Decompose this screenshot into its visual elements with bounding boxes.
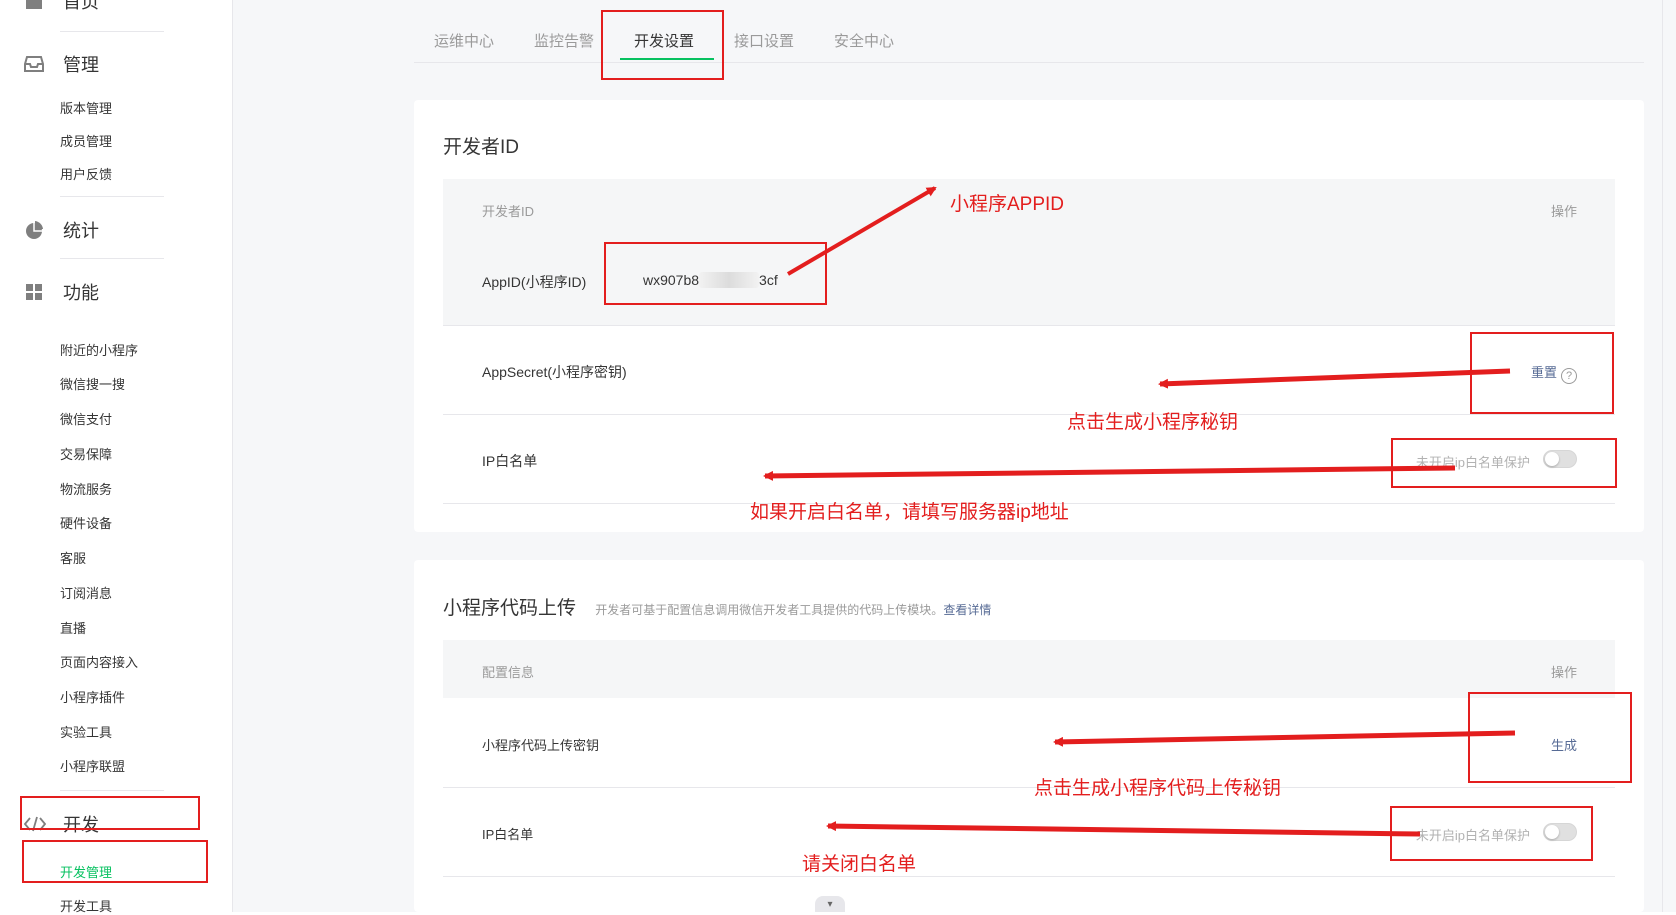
divider bbox=[60, 790, 164, 791]
divider bbox=[60, 31, 164, 32]
annotation-upload-key: 点击生成小程序代码上传秘钥 bbox=[1034, 778, 1282, 799]
divider bbox=[60, 258, 164, 259]
annotation-secret: 点击生成小程序秘钥 bbox=[1067, 412, 1239, 433]
appid-label: AppID(小程序ID) bbox=[482, 274, 587, 290]
view-details-link[interactable]: 查看详情 bbox=[943, 603, 991, 617]
sidebar-item-search[interactable]: 微信搜一搜 bbox=[60, 374, 125, 393]
sidebar-home-label: 首页 bbox=[63, 0, 99, 12]
sidebar-item-plugin[interactable]: 小程序插件 bbox=[60, 687, 125, 706]
sidebar-item-nearby[interactable]: 附近的小程序 bbox=[60, 340, 138, 359]
table-row-upload-key: 小程序代码上传密钥 生成 bbox=[443, 699, 1615, 788]
sidebar-category-stats[interactable]: 统计 bbox=[24, 217, 99, 243]
sidebar-item-members[interactable]: 成员管理 bbox=[60, 131, 112, 150]
annotation-box-dev bbox=[20, 796, 200, 830]
sidebar-stats-label: 统计 bbox=[63, 221, 99, 241]
sidebar-item-content[interactable]: 页面内容接入 bbox=[60, 652, 138, 671]
divider bbox=[60, 196, 164, 197]
sidebar-item-logistics[interactable]: 物流服务 bbox=[60, 479, 112, 498]
annotation-box-dev-manage bbox=[22, 840, 208, 883]
appsecret-label: AppSecret(小程序密钥) bbox=[482, 364, 627, 380]
frame-border bbox=[1662, 0, 1663, 912]
ip-whitelist-label: IP白名单 bbox=[482, 453, 538, 469]
sidebar-item-service[interactable]: 客服 bbox=[60, 548, 86, 567]
sidebar-item-version[interactable]: 版本管理 bbox=[60, 98, 112, 117]
card-title: 开发者ID bbox=[443, 137, 520, 158]
tab-bar: 运维中心 监控告警 开发设置 接口设置 安全中心 bbox=[414, 0, 1644, 63]
sidebar-category-home[interactable]: 首页 bbox=[24, 0, 99, 14]
sidebar-item-alliance[interactable]: 小程序联盟 bbox=[60, 756, 125, 775]
header-config: 配置信息 bbox=[482, 665, 535, 680]
sidebar-item-hardware[interactable]: 硬件设备 bbox=[60, 513, 112, 532]
sidebar-item-pay[interactable]: 微信支付 bbox=[60, 409, 112, 428]
sidebar-item-lab[interactable]: 实验工具 bbox=[60, 722, 112, 741]
tab-security[interactable]: 安全中心 bbox=[834, 30, 894, 51]
table-header: 配置信息 操作 bbox=[443, 640, 1615, 698]
pie-chart-icon bbox=[24, 220, 44, 240]
annotation-ip: 如果开启白名单，请填写服务器ip地址 bbox=[750, 502, 1069, 523]
tab-api-settings[interactable]: 接口设置 bbox=[734, 30, 794, 51]
upload-description: 开发者可基于配置信息调用微信开发者工具提供的代码上传模块。 bbox=[595, 603, 944, 617]
grid-icon bbox=[24, 282, 44, 302]
inbox-icon bbox=[24, 54, 44, 74]
annotation-box-ip-toggle-2 bbox=[1390, 806, 1593, 861]
sidebar-item-live[interactable]: 直播 bbox=[60, 618, 86, 637]
annotation-box-tab bbox=[601, 10, 724, 80]
sidebar-category-features[interactable]: 功能 bbox=[24, 279, 99, 305]
card-title: 小程序代码上传 开发者可基于配置信息调用微信开发者工具提供的代码上传模块。查看详… bbox=[443, 593, 991, 620]
tab-monitor[interactable]: 监控告警 bbox=[534, 30, 594, 51]
sidebar-item-feedback[interactable]: 用户反馈 bbox=[60, 164, 112, 183]
annotation-box-generate bbox=[1468, 692, 1632, 783]
annotation-box-appid bbox=[604, 242, 827, 305]
sidebar-item-subscribe[interactable]: 订阅消息 bbox=[60, 583, 112, 602]
sidebar-item-dev-tools[interactable]: 开发工具 bbox=[60, 896, 112, 915]
annotation-appid: 小程序APPID bbox=[950, 194, 1065, 215]
upload-title: 小程序代码上传 bbox=[443, 598, 577, 619]
ip-whitelist-label: IP白名单 bbox=[482, 827, 534, 842]
sidebar: 首页 管理 版本管理 成员管理 用户反馈 统计 功能 附近的小程序 微信搜一搜 … bbox=[0, 0, 233, 915]
header-action: 操作 bbox=[1550, 204, 1577, 219]
annotation-close-ip: 请关闭白名单 bbox=[802, 854, 917, 875]
annotation-box-ip-toggle bbox=[1391, 438, 1617, 488]
annotation-box-reset bbox=[1470, 332, 1614, 414]
tab-ops[interactable]: 运维中心 bbox=[434, 30, 494, 51]
chevron-down-icon[interactable]: ▾ bbox=[815, 896, 845, 912]
sidebar-features-label: 功能 bbox=[63, 283, 99, 303]
header-dev-id: 开发者ID bbox=[482, 204, 535, 219]
header-action: 操作 bbox=[1550, 665, 1577, 680]
home-icon bbox=[24, 0, 44, 11]
table-row-appsecret: AppSecret(小程序密钥) 重置? bbox=[443, 326, 1615, 415]
sidebar-item-trade[interactable]: 交易保障 bbox=[60, 444, 112, 463]
upload-key-label: 小程序代码上传密钥 bbox=[482, 738, 600, 753]
sidebar-manage-label: 管理 bbox=[63, 55, 99, 75]
sidebar-category-manage[interactable]: 管理 bbox=[24, 51, 99, 77]
